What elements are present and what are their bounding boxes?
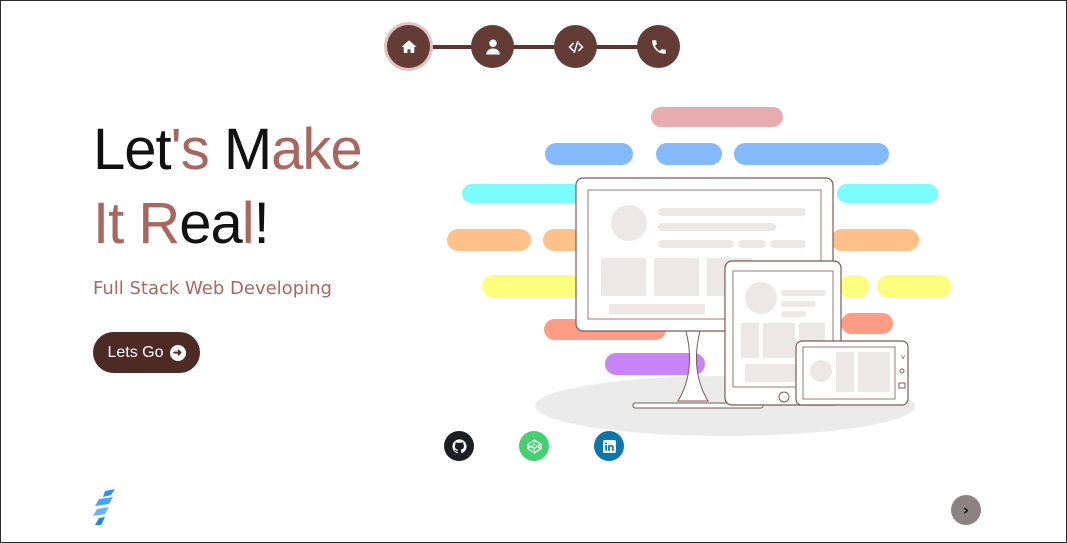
hero-title-part: ! (253, 191, 270, 256)
devices-illustration: v (447, 107, 951, 436)
nav-connector-line (411, 45, 659, 49)
next-page-button[interactable]: › (951, 495, 981, 525)
codepen-icon (526, 438, 542, 454)
phone-icon (651, 39, 666, 54)
svg-text:v: v (901, 353, 905, 361)
nav-contact-button[interactable] (637, 25, 680, 68)
linkedin-icon (602, 439, 616, 453)
hero-title-part: ea (179, 191, 243, 256)
linkedin-link[interactable] (594, 431, 624, 461)
hero-title-part: M (208, 117, 272, 182)
arrow-right-icon: ➜ (169, 344, 186, 361)
user-icon (485, 39, 500, 54)
hero-title: Let's Make It Real! (93, 113, 363, 261)
hero-title-part: Let (93, 117, 172, 182)
hero-title-accent: 's (170, 117, 210, 182)
nav-about-button[interactable] (471, 25, 514, 68)
hero-title-accent: l (241, 191, 255, 256)
hero-title-accent: ake (271, 117, 363, 182)
hero-subtitle: Full Stack Web Developing (93, 278, 332, 299)
code-icon (568, 40, 583, 53)
brand-logo[interactable] (91, 489, 117, 525)
lets-go-label: Lets Go (107, 343, 164, 361)
github-icon (451, 438, 467, 453)
home-icon (401, 39, 416, 53)
hero-title-accent: It R (93, 191, 180, 256)
page-frame: Let's Make It Real! Full Stack Web Devel… (0, 0, 1067, 543)
nav-home-button[interactable] (387, 25, 430, 68)
github-link[interactable] (444, 431, 474, 461)
chevron-right-icon: › (962, 501, 970, 519)
nav-projects-button[interactable] (554, 25, 597, 68)
lets-go-button[interactable]: Lets Go ➜ (93, 332, 200, 373)
codepen-link[interactable] (519, 431, 549, 461)
